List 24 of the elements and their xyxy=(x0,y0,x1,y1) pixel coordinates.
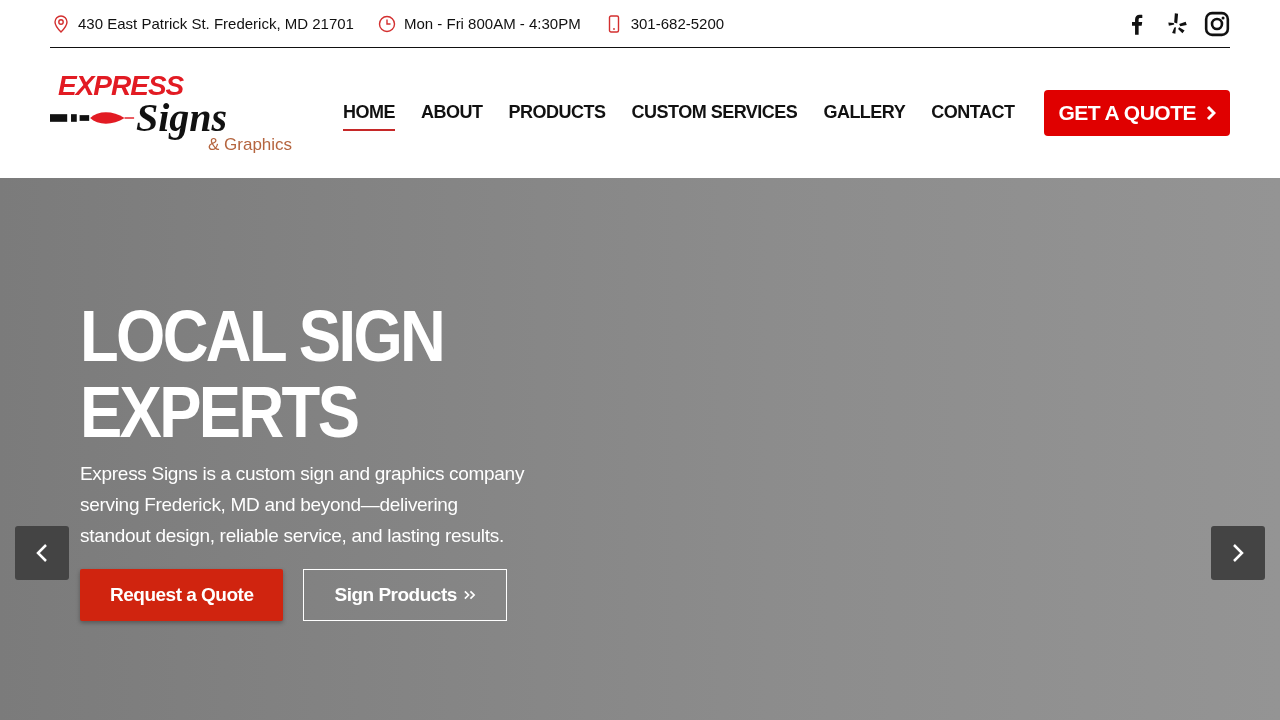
previous-slide-button[interactable] xyxy=(15,526,69,580)
clock-icon xyxy=(377,14,396,33)
get-a-quote-button[interactable]: GET A QUOTE xyxy=(1044,90,1230,136)
request-quote-button[interactable]: Request a Quote xyxy=(80,568,284,621)
chevron-left-icon xyxy=(35,543,49,563)
nav-link[interactable]: CONTACT xyxy=(931,95,1015,131)
chevron-right-icon xyxy=(1231,543,1245,563)
nav-link[interactable]: CUSTOM SERVICES xyxy=(631,95,798,131)
next-slide-button[interactable] xyxy=(1211,526,1265,580)
nav-link[interactable]: PRODUCTS xyxy=(508,95,606,131)
hero-title: LOCAL SIGN EXPERTS xyxy=(80,297,445,450)
nav-link[interactable]: HOME xyxy=(343,95,395,131)
logo[interactable]: EXPRESS Signs & Graphics xyxy=(50,72,300,154)
hours-text: Mon - Fri 800AM - 4:30PM xyxy=(403,15,581,32)
hero-description: Express Signs is a custom sign and graphics company serving Frederick, MD and beyond—delivering standout design, reliable service, and lasting results. xyxy=(80,461,526,548)
instagram-icon[interactable] xyxy=(1204,10,1230,37)
double-chevron-right-icon xyxy=(462,588,476,601)
phone-link[interactable]: 301-682-5200 xyxy=(630,15,725,32)
location-pin-icon xyxy=(52,14,70,33)
nav-link[interactable]: ABOUT xyxy=(421,95,483,131)
nav-link[interactable]: GALLERY xyxy=(823,95,906,131)
chevron-right-icon xyxy=(1206,105,1216,121)
address-text: 430 East Patrick St. Frederick, MD 21701 xyxy=(78,15,354,32)
sign-products-button[interactable]: Sign Products xyxy=(303,568,507,621)
